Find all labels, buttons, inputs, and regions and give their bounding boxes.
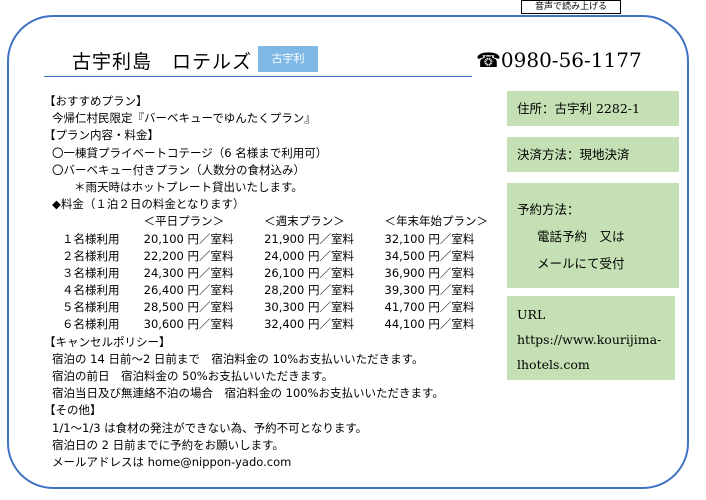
plan-item: 〇一棟貸プライベートコテージ（6 名様まで利用可） [52,145,328,160]
cancel-line: 宿泊の 14 日前～2 日前まで 宿泊料金の 10%お支払いいただきます。 [52,351,424,366]
page-title: 古宇利島 ロテルズ [72,51,253,73]
url-line: https://www.kourijima- [517,332,662,347]
recommended-heading: 【おすすめプラン】 [44,94,148,108]
url-title: URL [517,307,546,322]
price-header-cell: ＜平日プラン＞ [143,214,225,229]
price-table-row: ５名様利用 28,500 円／室料 30,300 円／室料 41,700 円／室… [44,299,504,316]
price-cell: 28,200 円／室料 [264,283,354,298]
price-cell: ６名様利用 [62,317,120,332]
price-cell: 30,300 円／室料 [264,300,354,315]
title-underline [44,76,472,77]
phone-number: ☎0980-56-1177 [476,48,642,72]
price-heading: ◆料金（１泊２日の料金となります） [52,197,245,212]
price-cell: 24,000 円／室料 [264,248,354,263]
other-line: メールアドレスは home@nippon-yado.com [52,454,292,469]
price-cell: 32,100 円／室料 [384,231,475,246]
recommended-plan: 今帰仁村民限定『バーベキューでゆんたくプラン』 [52,111,316,126]
reservation-title: 予約方法： [517,202,580,217]
plan-details: 【おすすめプラン】 今帰仁村民限定『バーベキューでゆんたくプラン』 【プラン内容… [44,93,504,471]
price-cell: 28,500 円／室料 [143,300,234,315]
price-cell: 21,900 円／室料 [264,231,354,246]
price-cell: 34,500 円／室料 [384,248,475,263]
price-cell: ５名様利用 [62,300,120,315]
price-table-row: ３名様利用 24,300 円／室料 26,100 円／室料 36,900 円／室… [44,265,504,282]
read-aloud-button[interactable]: 音声で読み上げる [521,0,621,14]
price-cell: 26,400 円／室料 [143,283,234,298]
price-table-header: ＜平日プラン＞ ＜週末プラン＞ ＜年末年始プラン＞ [44,213,504,230]
price-cell: ２名様利用 [62,248,120,263]
price-cell: 39,300 円／室料 [384,283,475,298]
price-cell: 32,400 円／室料 [264,317,354,332]
url-box: URL https://www.kourijima- lhotels.com [507,296,675,380]
plan-note: ＊雨天時はホットプレート貸出いたします。 [74,179,303,194]
reservation-box: 予約方法： 電話予約 又は メールにて受付 [507,183,679,288]
price-cell: 22,200 円／室料 [143,248,234,263]
url-line: lhotels.com [517,357,590,372]
price-cell: １名様利用 [62,231,120,246]
price-cell: ４名様利用 [62,283,120,298]
price-cell: 41,700 円／室料 [384,300,475,315]
plan-item: 〇バーベキュー付きプラン（人数分の食材込み） [52,162,305,177]
price-cell: 20,100 円／室料 [143,231,234,246]
price-cell: 36,900 円／室料 [384,265,475,280]
other-heading: 【その他】 [44,403,102,418]
price-table-row: ６名様利用 30,600 円／室料 32,400 円／室料 44,100 円／室… [44,316,504,333]
address-box: 住所：古宇利 2282-1 [507,91,679,126]
address-text: 住所：古宇利 2282-1 [517,101,640,116]
cancel-line: 宿泊の前日 宿泊料金の 50%お支払いいただきます。 [52,369,334,383]
reservation-mail: メールにて受付 [537,256,625,271]
payment-box: 決済方法：現地決済 [507,137,679,172]
cancel-line: 宿泊当日及び無連絡不泊の場合 宿泊料金の 100%お支払いいただきます。 [52,386,444,401]
other-line: 宿泊日の 2 日前までに予約をお願いします。 [52,437,284,452]
reservation-phone: 電話予約 又は [537,229,625,244]
cancel-heading: 【キャンセルポリシー】 [44,334,171,349]
price-table-row: １名様利用 20,100 円／室料 21,900 円／室料 32,100 円／室… [44,231,504,248]
other-line: 1/1～1/3 は食材の発注ができない為、予約不可となります。 [52,420,368,435]
payment-text: 決済方法：現地決済 [517,147,630,162]
price-cell: ３名様利用 [62,265,120,280]
price-cell: 44,100 円／室料 [384,317,475,332]
price-cell: 24,300 円／室料 [143,265,234,280]
plan-heading: 【プラン内容・料金】 [44,128,159,143]
price-cell: 26,100 円／室料 [264,265,354,280]
location-tag: 古宇利 [258,46,318,72]
price-table-row: ４名様利用 26,400 円／室料 28,200 円／室料 39,300 円／室… [44,282,504,299]
price-header-cell: ＜週末プラン＞ [264,214,345,229]
price-table-row: ２名様利用 22,200 円／室料 24,000 円／室料 34,500 円／室… [44,248,504,265]
price-header-cell [44,213,144,230]
price-header-cell: ＜年末年始プラン＞ [384,214,489,229]
price-cell: 30,600 円／室料 [143,317,234,332]
